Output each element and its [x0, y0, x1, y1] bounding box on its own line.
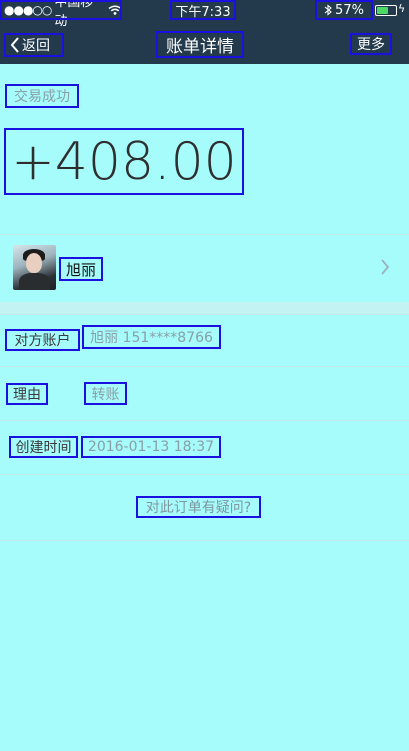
signal-strength-icon: ●●●○○: [4, 3, 52, 17]
battery-indicator: 57%: [315, 0, 373, 20]
divider: [0, 314, 409, 315]
account-value: 旭丽 151****8766: [82, 325, 221, 349]
chevron-left-icon: [10, 37, 20, 53]
section-gap: [0, 302, 409, 314]
back-label: 返回: [22, 38, 50, 54]
status-time: 下午7:33: [170, 0, 236, 20]
reason-value: 转账: [84, 382, 127, 405]
more-button[interactable]: 更多: [350, 33, 392, 55]
chevron-right-icon[interactable]: [380, 258, 396, 278]
transaction-amount: +408.00: [4, 128, 244, 195]
carrier-name: 中国移动: [54, 0, 94, 29]
page-title: 账单详情: [156, 31, 244, 58]
carrier-indicator: ●●●○○ 中国移动: [0, 0, 122, 29]
counterparty-name[interactable]: 旭丽: [59, 257, 103, 281]
battery-percent: 57%: [335, 2, 364, 18]
divider: [0, 366, 409, 367]
created-time-label: 创建时间: [9, 436, 78, 458]
battery-fill: [377, 7, 389, 14]
order-question-link[interactable]: 对此订单有疑问?: [136, 496, 261, 518]
charging-bolt-icon: ϟ: [398, 2, 406, 15]
divider: [0, 420, 409, 421]
created-time-value: 2016-01-13 18:37: [81, 436, 221, 458]
divider: [0, 540, 409, 541]
transaction-status: 交易成功: [5, 84, 79, 108]
account-label: 对方账户: [5, 329, 80, 351]
avatar[interactable]: [13, 245, 56, 290]
divider: [0, 474, 409, 475]
back-button[interactable]: 返回: [4, 33, 64, 57]
bluetooth-icon: [324, 4, 332, 16]
reason-label: 理由: [6, 383, 48, 405]
wifi-icon: [108, 5, 122, 15]
battery-icon: [375, 5, 397, 16]
